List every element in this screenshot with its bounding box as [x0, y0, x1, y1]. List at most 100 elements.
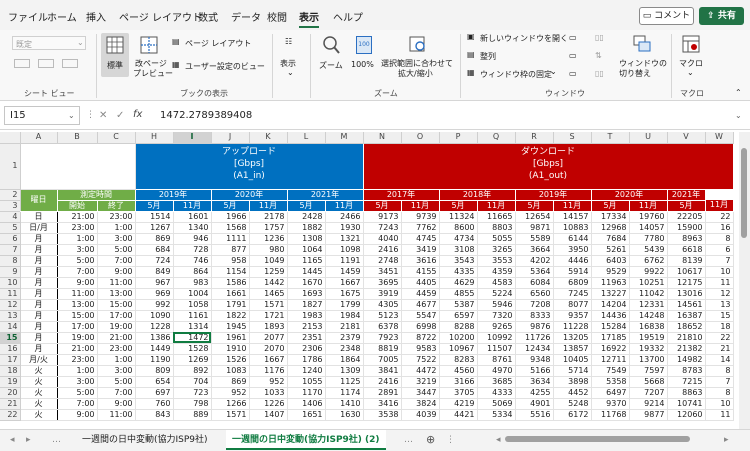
cell[interactable]: 952 — [249, 376, 288, 388]
cell[interactable]: 14 — [705, 354, 734, 366]
cell[interactable]: 9876 — [515, 321, 554, 333]
cell[interactable]: 1226 — [249, 398, 288, 410]
cell[interactable]: 23:00 — [57, 354, 98, 366]
cell[interactable]: 967 — [135, 277, 174, 289]
cell[interactable]: 9370 — [591, 398, 630, 410]
collapse-ribbon-icon[interactable]: ⌃ — [735, 88, 742, 97]
cell[interactable]: 4359 — [477, 266, 516, 278]
cell[interactable]: 4305 — [363, 299, 402, 311]
cell[interactable]: 16922 — [591, 343, 630, 355]
cell[interactable]: 21:00 — [57, 343, 98, 355]
cell[interactable]: 5248 — [553, 398, 592, 410]
cell[interactable]: 809 — [135, 365, 174, 377]
cell[interactable]: 1757 — [249, 222, 288, 234]
download-header[interactable]: ダウンロード [Gbps] (A1_out) — [363, 143, 734, 190]
weekday-header[interactable]: 曜日 — [20, 189, 58, 212]
cell[interactable]: 5224 — [477, 288, 516, 300]
cell[interactable]: 4745 — [401, 233, 440, 245]
cell[interactable]: 6762 — [629, 255, 668, 267]
horizontal-scroll-thumb[interactable] — [505, 436, 690, 442]
upload-year-header[interactable]: 2020年 — [211, 189, 288, 201]
cell[interactable]: 4202 — [515, 255, 554, 267]
row-header[interactable]: 20 — [0, 387, 21, 399]
cell[interactable]: 1309 — [325, 365, 364, 377]
cell[interactable]: 5:00 — [97, 244, 136, 256]
cell[interactable]: 1670 — [287, 277, 326, 289]
cell[interactable]: 1449 — [135, 343, 174, 355]
row-header[interactable]: 2 — [0, 189, 21, 201]
cell[interactable]: 月 — [20, 277, 58, 289]
cell[interactable]: 1799 — [325, 299, 364, 311]
cell[interactable]: 946 — [173, 233, 212, 245]
switch-windows-button[interactable]: ウィンドウの 切り替え — [617, 33, 667, 83]
prev-sheet-icon[interactable]: ◂ — [4, 430, 21, 450]
column-header[interactable]: U — [629, 132, 668, 144]
cell[interactable]: 8 — [705, 233, 734, 245]
row-header[interactable]: 22 — [0, 409, 21, 421]
cell[interactable]: 3451 — [363, 266, 402, 278]
cell[interactable]: 12654 — [515, 211, 554, 223]
cell[interactable]: 火 — [20, 398, 58, 410]
cell[interactable]: 3898 — [553, 376, 592, 388]
cell[interactable]: 1827 — [287, 299, 326, 311]
row-header[interactable]: 21 — [0, 398, 21, 410]
cell[interactable]: 9:00 — [97, 398, 136, 410]
column-header[interactable]: A — [20, 132, 58, 144]
cell[interactable]: 9:00 — [57, 277, 98, 289]
cell[interactable]: 1090 — [135, 310, 174, 322]
cell[interactable]: 1:00 — [57, 365, 98, 377]
column-header[interactable]: B — [57, 132, 98, 144]
cell[interactable]: 月 — [20, 299, 58, 311]
cell[interactable]: 3:00 — [97, 233, 136, 245]
arrange-all-button[interactable]: ▤ 整列 — [466, 50, 526, 63]
cell[interactable]: 8863 — [667, 387, 706, 399]
cell[interactable]: 11042 — [629, 288, 668, 300]
cell[interactable]: 4855 — [439, 288, 478, 300]
cell[interactable]: 12 — [705, 288, 734, 300]
menu-home[interactable]: ホーム — [47, 9, 77, 24]
cell[interactable]: 980 — [249, 244, 288, 256]
zoom-to-selection-button[interactable]: 選択範囲に合わせて 拡大/縮小 — [381, 33, 455, 83]
row-header[interactable]: 3 — [0, 200, 21, 212]
cell[interactable]: 1864 — [325, 354, 364, 366]
cell[interactable]: 6597 — [439, 310, 478, 322]
cell[interactable]: 798 — [173, 398, 212, 410]
exit-icon[interactable] — [38, 59, 54, 68]
cell[interactable]: 3108 — [439, 244, 478, 256]
cell[interactable]: 7207 — [629, 387, 668, 399]
cell[interactable]: 5547 — [401, 310, 440, 322]
cell[interactable]: 992 — [135, 299, 174, 311]
cell[interactable]: 760 — [135, 398, 174, 410]
menu-help[interactable]: ヘルプ — [333, 9, 363, 24]
cell[interactable]: 1055 — [287, 376, 326, 388]
cell[interactable]: 15284 — [591, 321, 630, 333]
unhide-icon[interactable]: ▭ — [569, 69, 577, 78]
cell[interactable]: 12331 — [629, 299, 668, 311]
cell[interactable]: 13 — [705, 299, 734, 311]
month-header[interactable]: 11月 — [325, 200, 364, 212]
cell[interactable]: 7684 — [591, 233, 630, 245]
cell[interactable]: 9583 — [401, 343, 440, 355]
cell[interactable]: 3538 — [363, 409, 402, 421]
cell[interactable]: 4472 — [401, 365, 440, 377]
cell[interactable]: 1675 — [325, 288, 364, 300]
cell[interactable]: 1174 — [325, 387, 364, 399]
cell[interactable]: 1961 — [211, 332, 250, 344]
cell[interactable]: 3664 — [515, 244, 554, 256]
vertical-scroll-thumb[interactable] — [741, 148, 747, 238]
cell[interactable]: 1161 — [173, 310, 212, 322]
cell[interactable]: 1514 — [135, 211, 174, 223]
cell[interactable]: 843 — [135, 409, 174, 421]
cell[interactable]: 17:00 — [57, 321, 98, 333]
cell[interactable]: 月 — [20, 288, 58, 300]
cell[interactable]: 6497 — [591, 387, 630, 399]
menu-data[interactable]: データ — [231, 9, 261, 24]
options-icon[interactable]: ⋮ — [440, 430, 461, 450]
cell[interactable]: 7245 — [553, 288, 592, 300]
cell[interactable]: 8783 — [667, 365, 706, 377]
cell[interactable]: 7005 — [363, 354, 402, 366]
cell[interactable]: 11 — [705, 409, 734, 421]
cell[interactable]: 1190 — [135, 354, 174, 366]
cell[interactable]: 2416 — [363, 376, 402, 388]
cell[interactable]: 3685 — [477, 376, 516, 388]
